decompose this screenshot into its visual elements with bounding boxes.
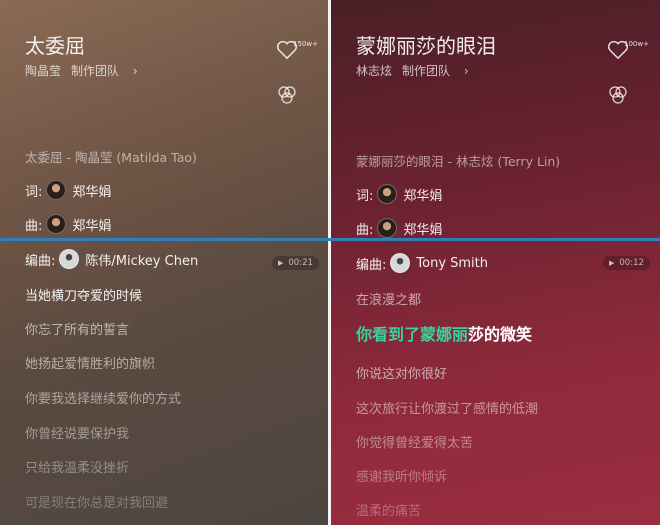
left-lyrics-panel: 太委屈 陶晶莹 制作团队 › 150w+ 太委屈 - 陶晶莹 (Matilda T… [0, 0, 328, 525]
credit-name[interactable]: 郑华娟 [72, 215, 111, 234]
lyric-line[interactable]: 只给我温柔没挫折 [25, 457, 129, 476]
share-icon[interactable] [606, 83, 630, 107]
timestamp: 00:21 [288, 258, 313, 268]
unsung-portion: 莎的微笑 [468, 325, 533, 344]
share-icon[interactable] [275, 83, 299, 107]
arranger-credit: 编曲: Tony Smith [356, 253, 488, 273]
lyricist-credit: 词: 郑华娟 [356, 184, 442, 204]
avatar[interactable] [46, 214, 67, 234]
credit-label: 曲: [25, 218, 43, 234]
lyric-line[interactable]: 可是现在你总是对我回避 [25, 492, 168, 511]
sung-portion: 你看到了蒙娜丽 [356, 325, 469, 344]
lyric-line[interactable]: 你忘了所有的誓言 [25, 319, 129, 338]
credit-label: 编曲: [25, 253, 56, 269]
credit-label: 编曲: [356, 257, 387, 273]
team-link[interactable]: 制作团队 › [402, 64, 469, 78]
like-count: 100w+ [624, 40, 649, 48]
timestamp-badge[interactable]: ▶ 00:21 [272, 256, 319, 270]
song-title: 太委屈 [25, 34, 85, 58]
lyric-line[interactable]: 你说这对你很好 [356, 363, 447, 382]
timestamp-badge[interactable]: ▶ 00:12 [603, 256, 650, 270]
lyric-line[interactable]: 她扬起爱情胜利的旗帜 [25, 353, 155, 372]
team-label: 制作团队 [402, 64, 451, 78]
timestamp: 00:12 [619, 258, 644, 268]
lyric-line[interactable]: 当她横刀夺爱的时候 [25, 285, 142, 304]
avatar[interactable] [377, 218, 398, 238]
song-source: 太委屈 - 陶晶莹 (Matilda Tao) [25, 150, 197, 165]
artist-link[interactable]: 林志炫 [356, 64, 392, 78]
song-title: 蒙娜丽莎的眼泪 [356, 34, 496, 58]
credit-label: 词: [25, 184, 43, 200]
credit-label: 曲: [356, 222, 374, 238]
credit-name[interactable]: 郑华娟 [403, 185, 442, 204]
song-subtitle: 陶晶莹 制作团队 › [25, 62, 148, 79]
lyric-line[interactable]: 温柔的痛苦 [356, 500, 421, 519]
composer-credit: 曲: 郑华娟 [25, 214, 111, 234]
credit-name[interactable]: 郑华娟 [403, 219, 442, 238]
avatar[interactable] [59, 249, 80, 269]
lyric-line[interactable]: 感谢我听你倾诉 [356, 466, 447, 485]
arranger-credit: 编曲: 陈伟/Mickey Chen [25, 249, 198, 269]
play-icon: ▶ [278, 259, 284, 267]
song-source: 蒙娜丽莎的眼泪 - 林志炫 (Terry Lin) [356, 154, 561, 169]
play-icon: ▶ [609, 259, 615, 267]
avatar[interactable] [46, 180, 67, 200]
credit-name[interactable]: 郑华娟 [72, 181, 111, 200]
lyric-line[interactable]: 这次旅行让你渡过了感情的低潮 [356, 398, 538, 417]
composer-credit: 曲: 郑华娟 [356, 218, 442, 238]
right-lyrics-panel: 蒙娜丽莎的眼泪 林志炫 制作团队 › 100w+ 蒙娜丽莎的眼泪 - 林志炫 (T… [331, 0, 660, 525]
lyric-line[interactable]: 你觉得曾经爱得太苦 [356, 432, 473, 451]
credit-label: 词: [356, 188, 374, 204]
credit-name[interactable]: Tony Smith [416, 256, 488, 271]
team-link[interactable]: 制作团队 › [71, 64, 138, 78]
lyric-line[interactable]: 你曾经说要保护我 [25, 423, 129, 442]
horizontal-divider [0, 238, 660, 241]
lyricist-credit: 词: 郑华娟 [25, 180, 111, 200]
song-subtitle: 林志炫 制作团队 › [356, 62, 479, 79]
avatar[interactable] [377, 184, 398, 204]
current-lyric-line[interactable]: 你看到了蒙娜丽莎的微笑 [356, 321, 532, 345]
lyric-line[interactable]: 你要我选择继续爱你的方式 [25, 388, 181, 407]
lyric-line[interactable]: 在浪漫之都 [356, 289, 421, 308]
team-label: 制作团队 [71, 64, 120, 78]
like-count: 150w+ [293, 40, 318, 48]
avatar[interactable] [390, 253, 411, 273]
credit-name[interactable]: 陈伟/Mickey Chen [85, 250, 198, 269]
artist-link[interactable]: 陶晶莹 [25, 64, 61, 78]
